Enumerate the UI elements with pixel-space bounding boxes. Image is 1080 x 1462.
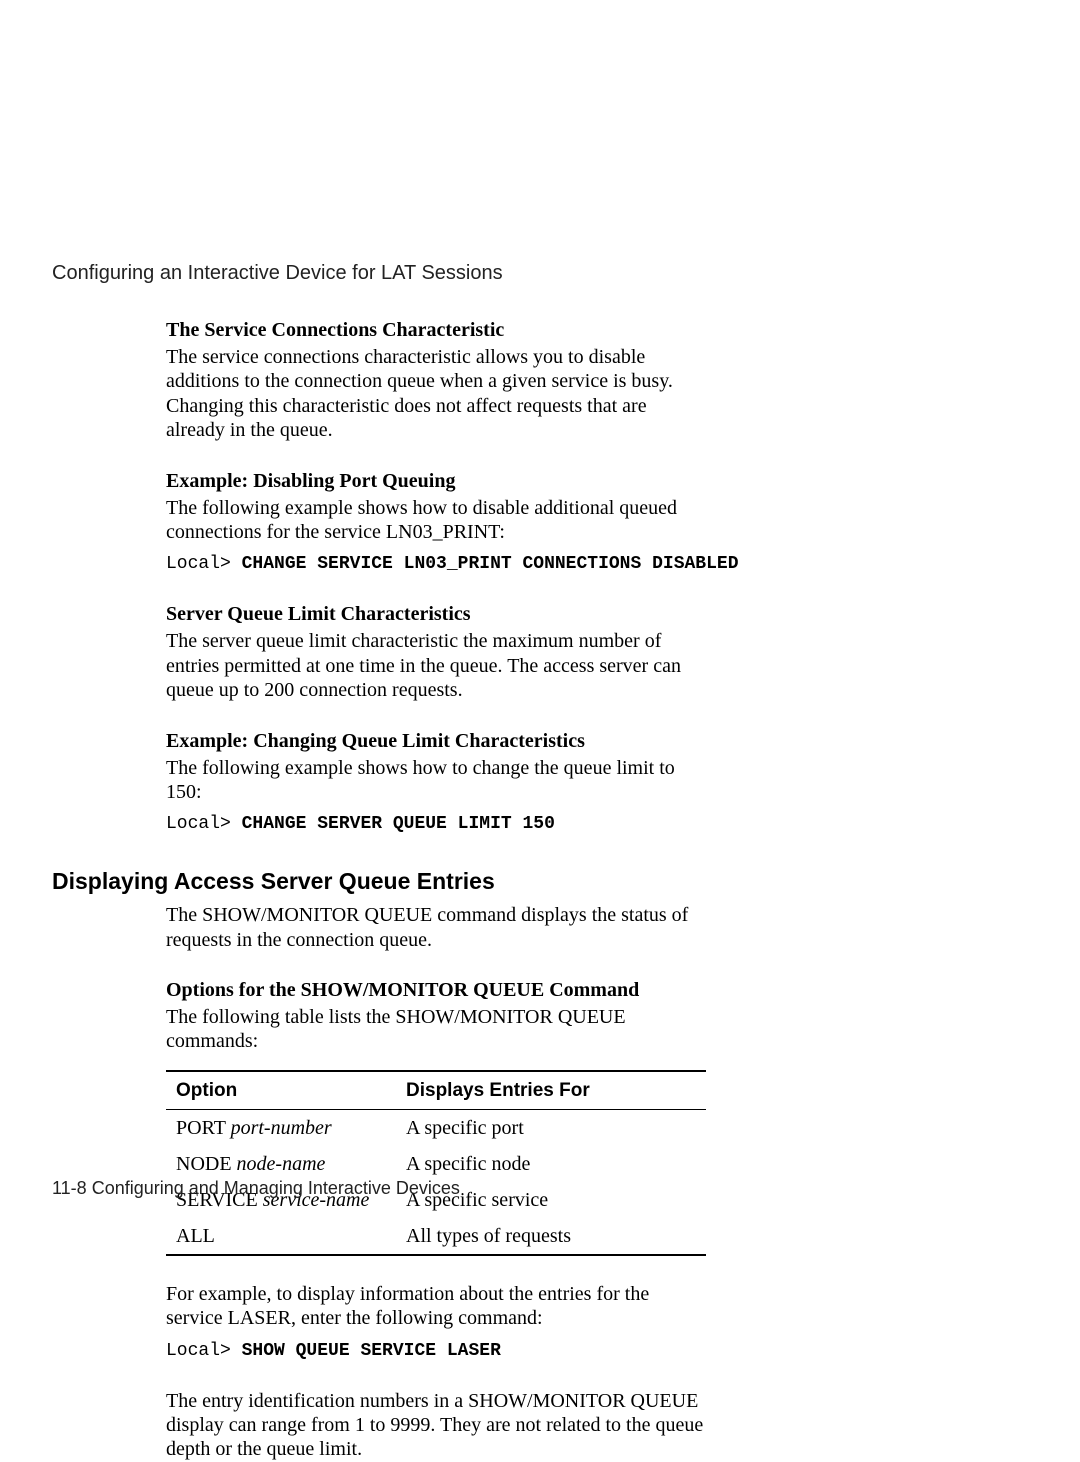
heading-disable-port-queuing: Example: Disabling Port Queuing [166, 469, 706, 494]
cell-desc: A specific port [396, 1109, 706, 1146]
code-change-service: Local> CHANGE SERVICE LN03_PRINT CONNECT… [166, 554, 706, 574]
heading-options-show-monitor: Options for the SHOW/MONITOR QUEUE Comma… [166, 978, 706, 1003]
cell-option: PORT port-number [166, 1109, 396, 1146]
table-row: PORT port-number A specific port [166, 1109, 706, 1146]
heading-service-connections: The Service Connections Characteristic [166, 318, 706, 343]
command-text: CHANGE SERVER QUEUE LIMIT 150 [242, 814, 555, 834]
page-footer: 11-8 Configuring and Managing Interactiv… [52, 1178, 460, 1199]
cell-desc: All types of requests [396, 1218, 706, 1255]
prompt: Local> [166, 554, 242, 574]
cell-desc: A specific node [396, 1146, 706, 1182]
page: Configuring an Interactive Device for LA… [0, 0, 1080, 1397]
running-head: Configuring an Interactive Device for LA… [52, 262, 1080, 285]
para-example-lead: For example, to display information abou… [166, 1282, 706, 1331]
para-entry-id-range: The entry identification numbers in a SH… [166, 1389, 706, 1462]
para-change-queue-limit: The following example shows how to chang… [166, 756, 706, 805]
para-show-monitor-intro: The SHOW/MONITOR QUEUE command displays … [166, 903, 706, 952]
command-text: CHANGE SERVICE LN03_PRINT CONNECTIONS DI… [242, 554, 739, 574]
body-column: The Service Connections Characteristic T… [166, 318, 706, 834]
table-row: ALL All types of requests [166, 1218, 706, 1255]
prompt: Local> [166, 814, 242, 834]
heading-displaying-queue-entries: Displaying Access Server Queue Entries [52, 868, 1080, 895]
options-table: Option Displays Entries For PORT port-nu… [166, 1070, 706, 1256]
th-option: Option [166, 1071, 396, 1110]
para-service-connections: The service connections characteristic a… [166, 345, 706, 443]
cell-option: NODE node-name [166, 1146, 396, 1182]
table-row: NODE node-name A specific node [166, 1146, 706, 1182]
table-header-row: Option Displays Entries For [166, 1071, 706, 1110]
heading-server-queue-limit: Server Queue Limit Characteristics [166, 602, 706, 627]
th-displays: Displays Entries For [396, 1071, 706, 1110]
para-table-intro: The following table lists the SHOW/MONIT… [166, 1005, 706, 1054]
cell-option: ALL [166, 1218, 396, 1255]
para-disable-port-queuing: The following example shows how to disab… [166, 496, 706, 545]
heading-change-queue-limit: Example: Changing Queue Limit Characteri… [166, 729, 706, 754]
prompt: Local> [166, 1341, 242, 1361]
code-show-queue: Local> SHOW QUEUE SERVICE LASER [166, 1341, 706, 1361]
code-change-server-queue: Local> CHANGE SERVER QUEUE LIMIT 150 [166, 814, 706, 834]
para-server-queue-limit: The server queue limit characteristic th… [166, 629, 706, 702]
command-text: SHOW QUEUE SERVICE LASER [242, 1341, 501, 1361]
